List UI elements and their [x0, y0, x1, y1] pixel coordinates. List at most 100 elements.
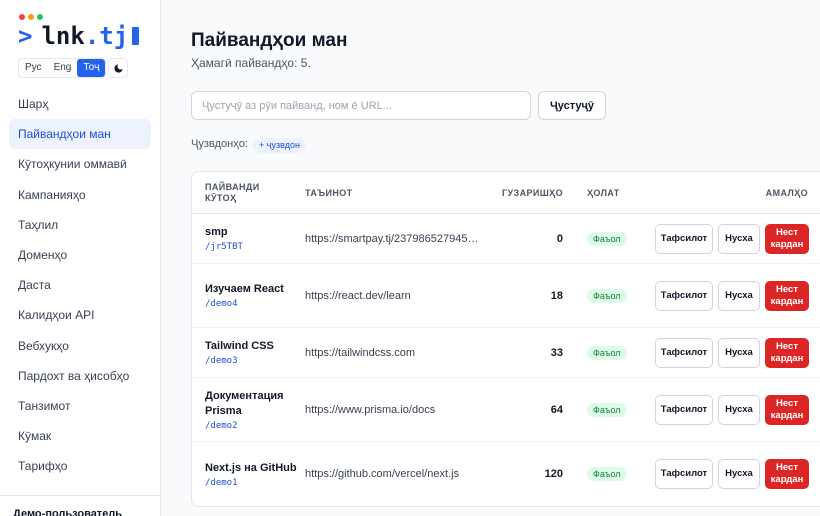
dot-red-icon — [19, 14, 25, 20]
sidebar-item-settings[interactable]: Танзимот — [9, 391, 151, 421]
status-cell: Фаъол — [587, 214, 627, 263]
cursor-block-icon — [132, 27, 140, 45]
delete-button[interactable]: Нест кардан — [765, 281, 809, 311]
table-row: Tailwind CSS /demo3 https://tailwindcss.… — [192, 328, 820, 378]
table-row: Next.js на GitHub /demo1 https://github.… — [192, 442, 820, 506]
sidebar-item-analytics[interactable]: Таҳлил — [9, 210, 151, 240]
table-row: smp /jr5TBT https://smartpay.tj/23798652… — [192, 214, 820, 264]
click-count: 120 — [544, 468, 563, 480]
destination-url[interactable]: https://tailwindcss.com — [305, 328, 415, 377]
link-slug[interactable]: /demo4 — [205, 299, 284, 309]
link-cell: Документация Prisma /demo2 — [205, 378, 297, 441]
logo-tld: tj — [99, 22, 129, 50]
moon-icon — [113, 63, 123, 73]
sidebar-item-api-keys[interactable]: Калидҳои API — [9, 300, 151, 330]
dot-yellow-icon — [28, 14, 34, 20]
sidebar-item-domains[interactable]: Доменҳо — [9, 240, 151, 270]
column-header-status: ҲОЛАТ — [587, 187, 620, 198]
search-input[interactable] — [191, 91, 531, 120]
delete-button[interactable]: Нест кардан — [765, 224, 809, 254]
page-title: Пайвандҳои ман — [191, 30, 348, 51]
user-name[interactable]: Демо-пользователь — [13, 508, 122, 516]
table-header: ПАЙВАНДИ КӮТОҲ ТАЪИНОТ ГУЗАРИШҲО ҲОЛАТ А… — [192, 172, 820, 214]
destination-url[interactable]: https://react.dev/learn — [305, 264, 411, 327]
divider — [0, 495, 161, 496]
logo-name: lnk — [41, 22, 85, 50]
link-cell: Tailwind CSS /demo3 — [205, 328, 297, 377]
window-dots — [19, 14, 43, 20]
logo[interactable]: > lnk . tj — [18, 22, 140, 50]
delete-button[interactable]: Нест кардан — [765, 338, 809, 368]
sidebar-item-bundle[interactable]: Даста — [9, 270, 151, 300]
link-slug[interactable]: /jr5TBT — [205, 242, 243, 252]
column-header-clicks: ГУЗАРИШҲО — [502, 187, 563, 198]
copy-button[interactable]: Нусха — [718, 459, 760, 489]
sidebar-item-shortener[interactable]: Шарҳ — [9, 89, 151, 119]
status-badge: Фаъол — [587, 345, 627, 360]
folders-label: Ҷузвдонҳо: — [191, 138, 248, 150]
main-content: Пайвандҳои ман Ҳамагӣ пайвандҳо: 5. Ҷуст… — [161, 0, 820, 516]
lang-ru[interactable]: Рус — [19, 59, 48, 77]
destination-url[interactable]: https://github.com/vercel/next.js — [305, 442, 459, 506]
status-badge: Фаъол — [587, 467, 627, 481]
logo-prompt: > — [18, 22, 33, 50]
sidebar: > lnk . tj Рус Eng Тоҷ Шарҳ Пайвандҳои м… — [0, 0, 161, 516]
link-cell: Next.js на GitHub /demo1 — [205, 442, 297, 506]
sidebar-item-help[interactable]: Кӯмак — [9, 421, 151, 451]
sidebar-item-billing[interactable]: Пардохт ва ҳисобҳо — [9, 361, 151, 391]
lang-tj[interactable]: Тоҷ — [77, 59, 106, 77]
details-button[interactable]: Тафсилот — [655, 281, 713, 311]
sidebar-item-pricing[interactable]: Тарифҳо — [9, 451, 151, 481]
status-badge: Фаъол — [587, 288, 627, 303]
link-cell: smp /jr5TBT — [205, 214, 297, 263]
sidebar-item-my-links[interactable]: Пайвандҳои ман — [9, 119, 151, 150]
destination-url[interactable]: https://smartpay.tj/237986527945… — [305, 214, 478, 263]
copy-button[interactable]: Нусха — [718, 281, 760, 311]
links-table: ПАЙВАНДИ КӮТОҲ ТАЪИНОТ ГУЗАРИШҲО ҲОЛАТ А… — [191, 171, 820, 507]
click-count: 64 — [550, 403, 563, 416]
status-cell: Фаъол — [587, 442, 627, 506]
add-folder-button[interactable]: + ҷузвдон — [253, 138, 306, 153]
copy-button[interactable]: Нусха — [718, 224, 760, 254]
theme-toggle-button[interactable] — [108, 58, 128, 78]
sidebar-item-campaigns[interactable]: Кампанияҳо — [9, 180, 151, 210]
click-count: 0 — [556, 232, 563, 245]
link-slug[interactable]: /demo1 — [205, 478, 297, 488]
details-button[interactable]: Тафсилот — [655, 459, 713, 489]
link-name: Tailwind CSS — [205, 340, 274, 352]
language-switcher: Рус Eng Тоҷ — [18, 58, 107, 78]
link-name: Изучаем React — [205, 283, 284, 295]
click-count: 18 — [550, 289, 563, 302]
link-slug[interactable]: /demo2 — [205, 421, 297, 431]
lang-en[interactable]: Eng — [48, 59, 78, 77]
copy-button[interactable]: Нусха — [718, 338, 760, 368]
details-button[interactable]: Тафсилот — [655, 395, 713, 425]
status-cell: Фаъол — [587, 264, 627, 327]
details-button[interactable]: Тафсилот — [655, 224, 713, 254]
column-header-destination: ТАЪИНОТ — [305, 187, 353, 198]
status-badge: Фаъол — [587, 231, 627, 246]
sidebar-item-webhooks[interactable]: Вебхукҳо — [9, 331, 151, 361]
copy-button[interactable]: Нусха — [718, 395, 760, 425]
delete-button[interactable]: Нест кардан — [765, 459, 809, 489]
status-cell: Фаъол — [587, 378, 627, 441]
status-cell: Фаъол — [587, 328, 627, 377]
logo-dot: . — [84, 22, 100, 50]
status-badge: Фаъол — [587, 402, 627, 417]
link-slug[interactable]: /demo3 — [205, 356, 274, 366]
delete-button[interactable]: Нест кардан — [765, 395, 809, 425]
column-header-actions: АМАЛҲО — [765, 187, 808, 198]
link-name: Документация Prisma — [205, 389, 284, 417]
sidebar-item-public-short[interactable]: Кӯтоҳкунии оммавӣ — [9, 149, 151, 179]
link-cell: Изучаем React /demo4 — [205, 264, 297, 327]
table-row: Документация Prisma /demo2 https://www.p… — [192, 378, 820, 442]
details-button[interactable]: Тафсилот — [655, 338, 713, 368]
destination-url[interactable]: https://www.prisma.io/docs — [305, 378, 435, 441]
link-name: smp — [205, 226, 228, 238]
search-button[interactable]: Ҷустуҷӯ — [538, 91, 606, 120]
table-row: Изучаем React /demo4 https://react.dev/l… — [192, 264, 820, 328]
column-header-link: ПАЙВАНДИ КӮТОҲ — [205, 182, 260, 203]
sidebar-nav: Шарҳ Пайвандҳои ман Кӯтоҳкунии оммавӣ Ка… — [9, 89, 151, 481]
click-count: 33 — [550, 346, 563, 359]
page-subtitle: Ҳамагӣ пайвандҳо: 5. — [191, 56, 311, 70]
